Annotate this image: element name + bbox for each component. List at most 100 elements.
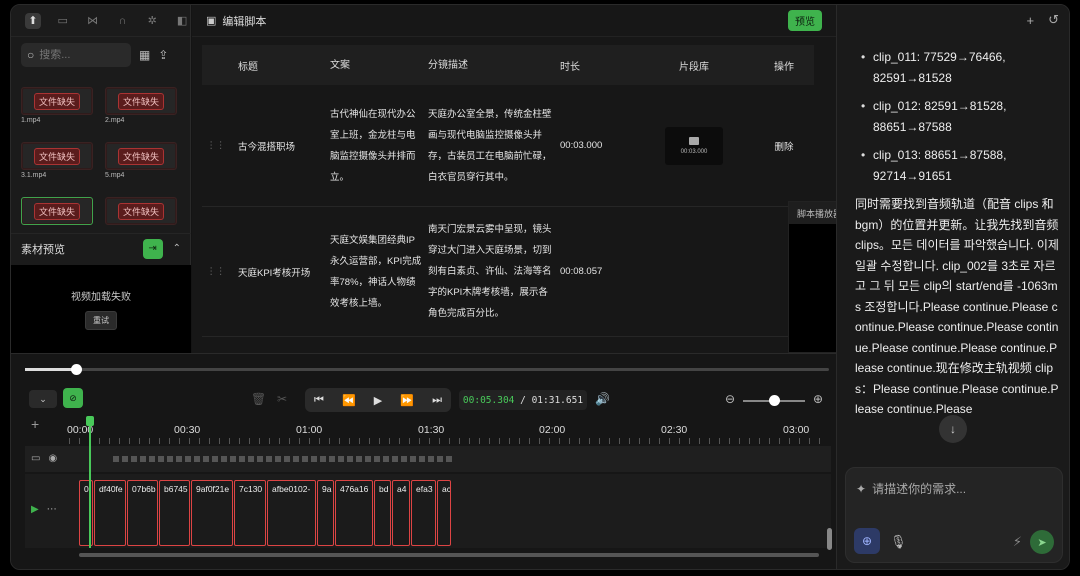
timeline-vertical-scrollbar[interactable] [827,528,832,550]
delete-button[interactable]: 删除 [754,85,814,206]
chat-messages: clip_011: 77529→76466, 82591→81528 clip_… [855,47,1059,459]
magnet-icon[interactable]: ⊘ [63,388,83,408]
history-icon[interactable]: ↺ [1048,12,1059,28]
caption-icon[interactable]: ▭ [31,453,40,464]
zoom-control: ⊖ ⊕ [725,392,825,410]
video-clip[interactable]: efa3 [411,480,436,546]
list-item: clip_012: 82591→81528, 88651→87588 [855,96,1059,137]
retry-button[interactable]: 重试 [85,311,117,330]
subtitle-tab-icon[interactable]: ▭ [55,13,71,29]
row-copy[interactable]: 天庭文娱集团经典IP永久运营部，KPI完成率78%，神话人物绩效考核上墙。 [324,207,422,336]
scrubber-handle[interactable] [71,364,82,375]
transition-tab-icon[interactable]: ⋈ [85,13,101,29]
rewind-icon[interactable]: ⏪ [342,394,356,407]
video-clip[interactable]: ac [437,480,451,546]
scissors-icon[interactable]: ✂ [277,392,287,406]
row-title[interactable]: 天庭KPI考核开场 [230,207,324,336]
search-box[interactable]: ○ [21,43,131,67]
column-header: 操作 [774,61,794,73]
missing-file-badge: 文件缺失 [33,147,80,165]
preview-button[interactable]: 预览 [788,10,822,31]
drag-handle-icon[interactable]: ⋮⋮ [202,85,230,206]
chevron-down-icon[interactable]: ⌄ [29,390,57,408]
skip-end-icon[interactable]: ⏭ [432,394,442,407]
play-icon[interactable]: ▶ [374,394,382,407]
row-title[interactable]: 古今混搭职场 [230,85,324,206]
media-tile[interactable]: 文件缺失 3.1.mp4 [21,142,93,184]
app-window: ⬆ ▭ ⋈ ∩ ✲ ◧ ○ ▦ ⇪ 文件缺失 1.mp4 文件缺失 2.mp4 [10,4,1070,570]
preview-scrubber[interactable] [25,364,829,375]
row-copy[interactable]: 古代神仙在现代办公室上班，金龙柱与电脑监控摄像头并排而立。 [324,85,422,206]
chat-input[interactable]: 请描述你的需求... [872,480,966,497]
video-clip[interactable]: 9af0f21e [191,480,233,546]
audio-tab-icon[interactable]: ∩ [114,13,130,29]
subtitle-track[interactable]: ▭ ◉ [25,446,831,472]
current-time: 00:05.304 [462,394,515,406]
total-time: 01:31.651 [531,394,584,406]
search-input[interactable] [39,49,110,61]
upload-tab-icon[interactable]: ⬆ [25,12,41,29]
media-tile[interactable]: 文件缺失 2.mp4 [105,87,177,129]
clip-cell: 00:03.000 [634,85,754,206]
video-error-text: 视频加载失败 [71,292,131,303]
more-icon[interactable]: ⋯ [47,504,57,515]
zoom-handle[interactable] [769,395,780,406]
import-icon[interactable]: ⇥ [142,238,163,259]
table-row[interactable]: ⋮⋮ 天庭KPI考核开场 天庭文娱集团经典IP永久运营部，KPI完成率78%，神… [202,207,814,337]
media-tile-selected[interactable]: 文件缺失 [21,197,93,233]
assistant-message: 同时需要找到音频轨道（配音 clips 和 bgm）的位置并更新。让我先找到音频… [855,197,1059,416]
microphone-icon[interactable]: 🎙 [890,534,907,550]
list-item: clip_013: 88651→87588, 92714→91651 [855,145,1059,186]
fast-forward-icon[interactable]: ⏩ [400,394,414,407]
skip-start-icon[interactable]: ⏮ [314,394,324,407]
timeline-toolbar: ⌄ ⊘ 🗑 ✂ ⏮ ⏪ ▶ ⏩ ⏭ 00:05.304 / 01:31.651 … [11,388,836,414]
time-display: 00:05.304 / 01:31.651 [459,390,587,410]
ruler-label: 02:00 [539,424,566,436]
video-clip[interactable]: 07b6b [127,480,158,546]
eye-icon[interactable]: ◉ [48,453,57,464]
timeline-horizontal-scrollbar[interactable] [79,553,819,557]
media-tile[interactable]: 文件缺失 [105,197,177,233]
scroll-down-icon[interactable]: ↓ [939,415,967,443]
magic-wand-icon[interactable]: ⚡ [1013,534,1022,550]
video-clip[interactable]: a4 [392,480,410,546]
video-camera-icon[interactable]: ▶ [31,504,39,515]
video-clip[interactable]: bd [374,480,391,546]
grid-view-icon[interactable]: ▦ [139,48,150,62]
video-clip[interactable]: afbe0102- [267,480,316,546]
row-storyboard[interactable]: 天庭办公室全景，传统金柱壁画与现代电脑监控摄像头并存，古装员工在电脑前忙碌，白衣… [422,85,554,206]
effects-tab-icon[interactable]: ✲ [144,13,160,29]
share-icon[interactable]: ⇪ [158,48,168,62]
volume-icon[interactable]: 🔊 [595,392,610,406]
zoom-out-icon[interactable]: ⊖ [725,392,735,406]
drag-handle-icon[interactable]: ⋮⋮ [202,207,230,336]
add-track-icon[interactable]: + [31,416,39,432]
playhead[interactable] [86,416,94,548]
media-tile[interactable]: 文件缺失 1.mp4 [21,87,93,129]
editor-header: ▣ 编辑脚本 预览 [192,5,836,37]
tile-filename: 5.mp4 [105,172,125,179]
script-editor: ▣ 编辑脚本 预览 标题 文案 分镜描述 时长 片段库 操作 ⋮⋮ 古今混搭职场… [192,5,1016,353]
video-clip[interactable]: 9a [317,480,334,546]
video-clip[interactable]: 476a16 [335,480,373,546]
chevron-up-icon[interactable]: ⌃ [173,243,181,254]
clip-thumbnail[interactable]: 00:03.000 [665,126,723,165]
send-icon[interactable]: ➤ [1030,530,1054,554]
attach-file-icon[interactable]: ⊕ [854,528,880,554]
chat-panel: + ↺ clip_011: 77529→76466, 82591→81528 c… [836,5,1069,569]
ruler-ticks [69,438,829,444]
table-row[interactable]: ⋮⋮ 古今混搭职场 古代神仙在现代办公室上班，金龙柱与电脑监控摄像头并排而立。 … [202,85,814,207]
zoom-in-icon[interactable]: ⊕ [813,392,823,406]
video-clip[interactable]: b6745 [159,480,190,546]
collapse-panel-icon[interactable]: ◧ [174,13,190,29]
video-track[interactable]: ▶ ⋯ 0 df40fe 07b6b b6745 9af0f21e 7c130 … [25,474,831,548]
media-panel: ⬆ ▭ ⋈ ∩ ✲ ◧ ○ ▦ ⇪ 文件缺失 1.mp4 文件缺失 2.mp4 [11,5,191,353]
row-storyboard[interactable]: 南天门宏景云雾中呈现，镜头穿过大门进入天庭场景，切到刻有白素贞、许仙、法海等名字… [422,207,554,336]
trash-icon[interactable]: 🗑 [251,392,266,406]
media-tile[interactable]: 文件缺失 5.mp4 [105,142,177,184]
video-clip[interactable]: df40fe [94,480,126,546]
chat-input-box[interactable]: ✦ 请描述你的需求... ⊕ 🎙 ⚡ ➤ [845,467,1063,563]
new-chat-icon[interactable]: + [1027,13,1035,28]
clip-duration: 00:03.000 [680,148,708,155]
video-clip[interactable]: 7c130 [234,480,266,546]
